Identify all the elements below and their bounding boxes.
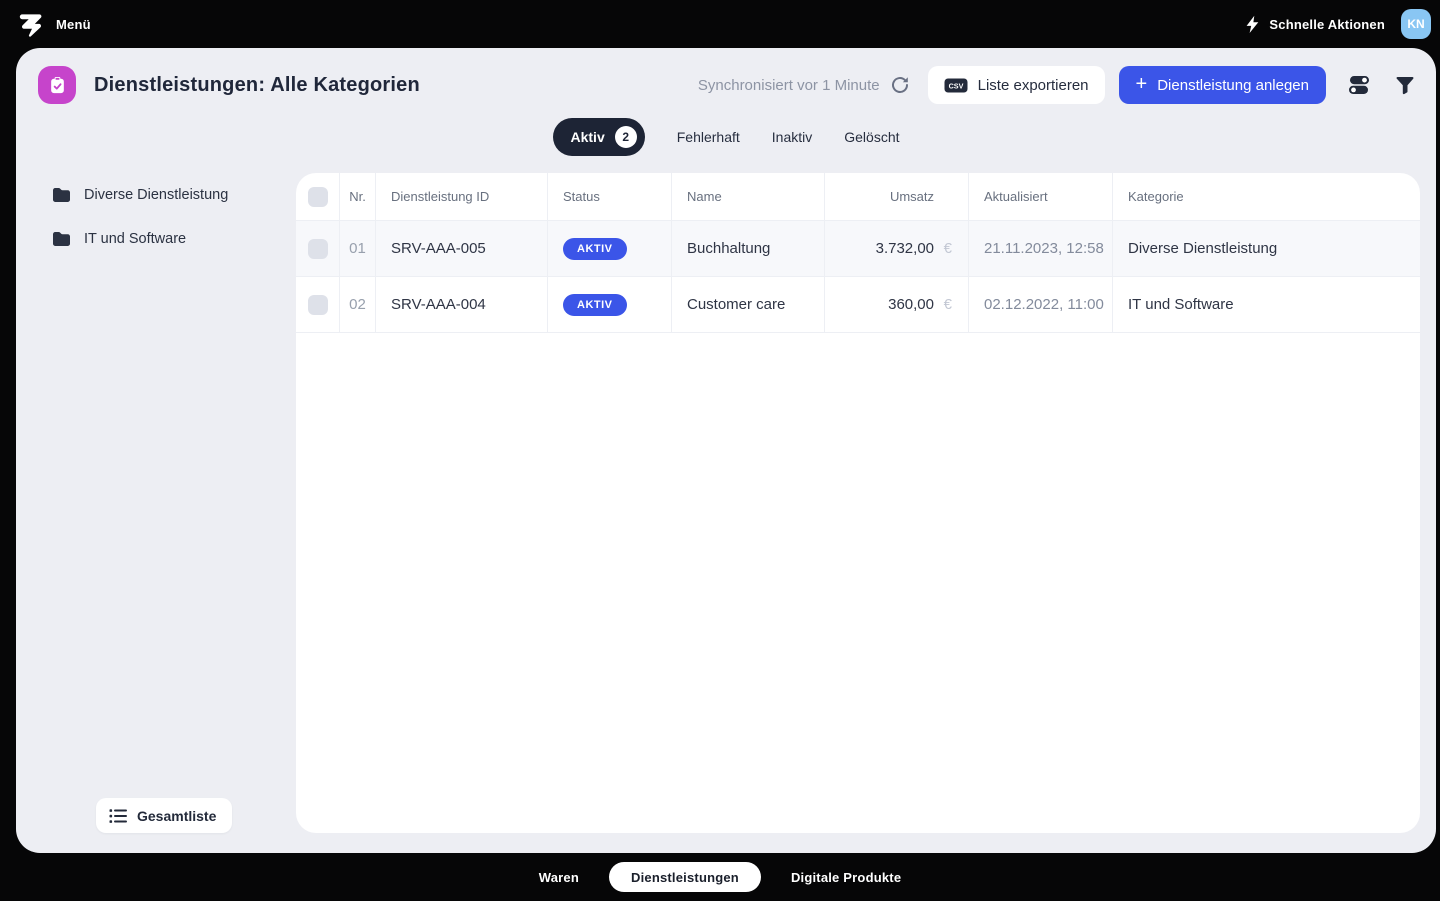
- category-label: IT und Software: [84, 231, 186, 247]
- row-id-cell: SRV-AAA-005: [376, 221, 548, 277]
- bottom-tab-waren[interactable]: Waren: [539, 870, 579, 885]
- tab-inaktiv[interactable]: Inaktiv: [772, 129, 812, 145]
- tab-label: Fehlerhaft: [677, 129, 740, 145]
- row-nr: 01: [349, 240, 366, 257]
- row-name: Customer care: [687, 296, 785, 313]
- overall-list-button[interactable]: Gesamtliste: [96, 798, 232, 833]
- plus-icon: +: [1136, 74, 1148, 94]
- brand-logo-icon[interactable]: [18, 11, 44, 37]
- row-nr-cell: 01: [340, 221, 376, 277]
- csv-icon-label: CSV: [948, 81, 963, 90]
- header-checkbox-cell: [296, 173, 340, 221]
- row-name-cell: Buchhaltung: [672, 221, 825, 277]
- top-bar: Menü Schnelle Aktionen KN: [0, 0, 1440, 48]
- tab-label: Gelöscht: [844, 129, 899, 145]
- row-checkbox-cell: [296, 221, 340, 277]
- tab-label: Inaktiv: [772, 129, 812, 145]
- refresh-icon[interactable]: [890, 75, 910, 95]
- column-header-umsatz[interactable]: Umsatz: [825, 173, 969, 221]
- row-updated-cell: 21.11.2023, 12:58: [969, 221, 1113, 277]
- bottom-tab-dienstleistungen[interactable]: Dienstleistungen: [609, 862, 761, 892]
- row-updated-cell: 02.12.2022, 11:00: [969, 277, 1113, 333]
- overall-list-label: Gesamtliste: [137, 808, 216, 824]
- column-header-name[interactable]: Name: [672, 173, 825, 221]
- export-list-button[interactable]: CSV Liste exportieren: [928, 66, 1105, 104]
- row-category-cell: IT und Software: [1113, 277, 1420, 333]
- table-header-row: Nr. Dienstleistung ID Status Name Umsatz…: [296, 173, 1420, 221]
- row-category: IT und Software: [1128, 296, 1234, 313]
- sidebar-item-diverse-dienstleistung[interactable]: Diverse Dienstleistung: [16, 173, 296, 217]
- row-checkbox[interactable]: [308, 239, 328, 259]
- tabs: Aktiv 2 Fehlerhaft Inaktiv Gelöscht: [16, 118, 1436, 156]
- export-list-label: Liste exportieren: [978, 77, 1089, 94]
- row-checkbox-cell: [296, 277, 340, 333]
- row-name: Buchhaltung: [687, 240, 770, 257]
- menu-button[interactable]: Menü: [56, 17, 91, 32]
- row-currency: €: [934, 296, 952, 313]
- status-badge: AKTIV: [563, 294, 627, 316]
- table-row[interactable]: 02SRV-AAA-004AKTIVCustomer care360,00€02…: [296, 277, 1420, 333]
- header-controls: Synchronisiert vor 1 Minute CSV Liste ex…: [698, 66, 1420, 104]
- folder-icon: [52, 231, 71, 247]
- row-nr: 02: [349, 296, 366, 313]
- status-badge: AKTIV: [563, 238, 627, 260]
- tab-aktiv[interactable]: Aktiv 2: [553, 118, 645, 156]
- row-status-cell: AKTIV: [548, 221, 672, 277]
- tab-count-badge: 2: [615, 126, 637, 148]
- bottom-tab-digitale-produkte[interactable]: Digitale Produkte: [791, 870, 901, 885]
- sidebar: Diverse Dienstleistung IT und Software Ge…: [16, 173, 296, 833]
- tab-gel-scht[interactable]: Gelöscht: [844, 129, 899, 145]
- table-body: 01SRV-AAA-005AKTIVBuchhaltung3.732,00€21…: [296, 221, 1420, 333]
- column-header-aktualisiert[interactable]: Aktualisiert: [969, 173, 1113, 221]
- row-umsatz-value: 360,00: [888, 296, 934, 313]
- sync-status-label: Synchronisiert vor 1 Minute: [698, 77, 880, 94]
- row-umsatz-cell: 3.732,00€: [825, 221, 969, 277]
- table-panel: Nr. Dienstleistung ID Status Name Umsatz…: [296, 173, 1420, 833]
- create-service-button[interactable]: + Dienstleistung anlegen: [1119, 66, 1326, 104]
- row-checkbox[interactable]: [308, 295, 328, 315]
- view-toggles-icon[interactable]: [1348, 75, 1370, 95]
- clipboard-check-icon: [38, 66, 76, 104]
- row-nr-cell: 02: [340, 277, 376, 333]
- lightning-bolt-icon: [1245, 15, 1260, 34]
- row-status-cell: AKTIV: [548, 277, 672, 333]
- quick-actions-label: Schnelle Aktionen: [1269, 17, 1385, 32]
- select-all-checkbox[interactable]: [308, 187, 328, 207]
- row-category-cell: Diverse Dienstleistung: [1113, 221, 1420, 277]
- folder-icon: [52, 187, 71, 203]
- row-category: Diverse Dienstleistung: [1128, 240, 1277, 257]
- row-id: SRV-AAA-004: [391, 296, 486, 313]
- main-card: Dienstleistungen: Alle Kategorien Synchr…: [16, 48, 1436, 853]
- column-header-nr[interactable]: Nr.: [340, 173, 376, 221]
- row-umsatz-value: 3.732,00: [876, 240, 934, 257]
- category-list: Diverse Dienstleistung IT und Software: [16, 173, 296, 261]
- quick-actions-button[interactable]: Schnelle Aktionen: [1245, 15, 1385, 34]
- sidebar-item-it-und-software[interactable]: IT und Software: [16, 217, 296, 261]
- csv-file-icon: CSV: [944, 77, 968, 94]
- tab-label: Aktiv: [571, 129, 605, 145]
- tab-fehlerhaft[interactable]: Fehlerhaft: [677, 129, 740, 145]
- row-updated: 02.12.2022, 11:00: [984, 296, 1104, 313]
- row-umsatz-cell: 360,00€: [825, 277, 969, 333]
- table-row[interactable]: 01SRV-AAA-005AKTIVBuchhaltung3.732,00€21…: [296, 221, 1420, 277]
- row-id: SRV-AAA-005: [391, 240, 486, 257]
- topbar-right: Schnelle Aktionen KN: [1245, 9, 1431, 39]
- avatar[interactable]: KN: [1401, 9, 1431, 39]
- row-name-cell: Customer care: [672, 277, 825, 333]
- column-header-status[interactable]: Status: [548, 173, 672, 221]
- row-id-cell: SRV-AAA-004: [376, 277, 548, 333]
- row-currency: €: [934, 240, 952, 257]
- sync-status: Synchronisiert vor 1 Minute: [698, 75, 910, 95]
- column-header-id[interactable]: Dienstleistung ID: [376, 173, 548, 221]
- list-icon: [109, 808, 127, 824]
- page-title: Dienstleistungen: Alle Kategorien: [94, 74, 420, 97]
- create-service-label: Dienstleistung anlegen: [1157, 77, 1309, 94]
- bottom-bar: Waren Dienstleistungen Digitale Produkte: [0, 853, 1440, 901]
- category-label: Diverse Dienstleistung: [84, 187, 228, 203]
- row-updated: 21.11.2023, 12:58: [984, 240, 1104, 257]
- column-header-kategorie[interactable]: Kategorie: [1113, 173, 1420, 221]
- filter-funnel-icon[interactable]: [1396, 76, 1414, 95]
